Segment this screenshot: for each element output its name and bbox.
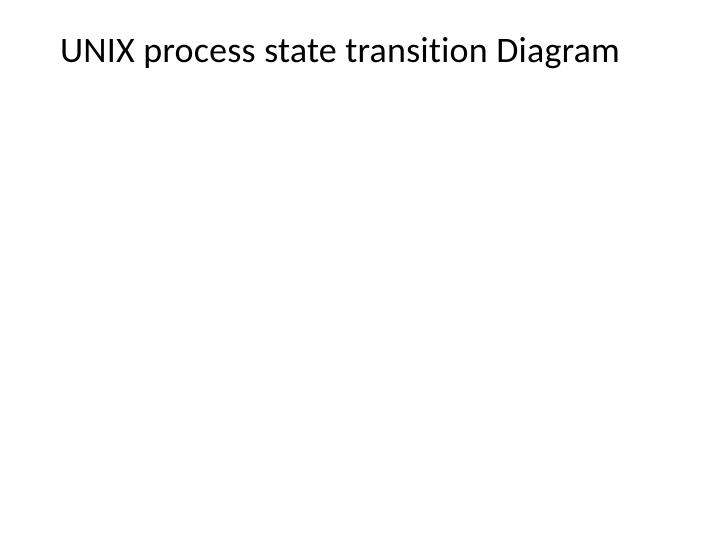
slide: UNIX process state transition Diagram bbox=[0, 0, 720, 540]
slide-title: UNIX process state transition Diagram bbox=[60, 28, 660, 72]
